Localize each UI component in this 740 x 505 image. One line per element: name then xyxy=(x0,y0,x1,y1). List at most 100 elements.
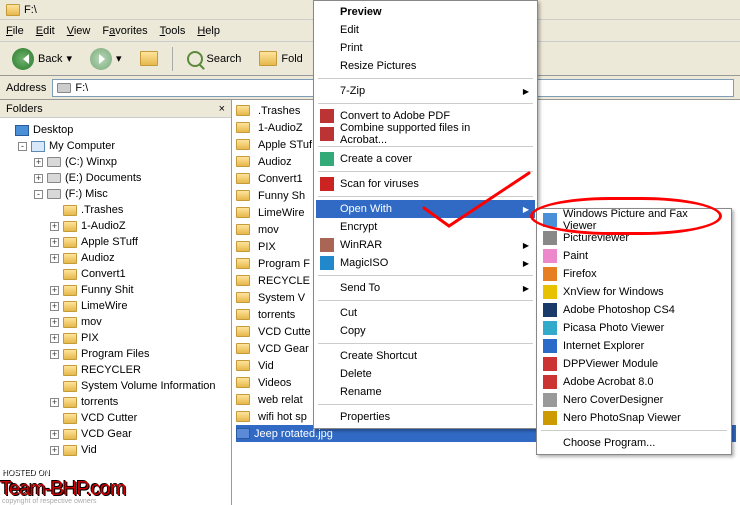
tree-item[interactable]: +Apple STuff xyxy=(2,234,229,250)
tree-item[interactable]: VCD Cutter xyxy=(2,410,229,426)
menu-item[interactable]: Create a cover xyxy=(316,150,535,168)
folders-button[interactable]: Fold xyxy=(253,49,308,68)
menu-label: Cut xyxy=(340,307,357,319)
menu-item[interactable]: Copy xyxy=(316,322,535,340)
tree-expander[interactable]: + xyxy=(50,238,59,247)
menu-item[interactable]: Create Shortcut xyxy=(316,347,535,365)
tree-item[interactable]: +PIX xyxy=(2,330,229,346)
menu-item[interactable]: Choose Program... xyxy=(539,434,729,452)
tree-expander[interactable]: + xyxy=(50,302,59,311)
menu-item[interactable]: Properties xyxy=(316,408,535,426)
app-icon xyxy=(543,231,557,245)
tree-item[interactable]: +Funny Shit xyxy=(2,282,229,298)
menu-tools[interactable]: Tools xyxy=(160,25,186,37)
file-label: Program F xyxy=(258,258,310,270)
tree-label: System Volume Information xyxy=(81,380,216,392)
menu-item[interactable]: MagicISO▶ xyxy=(316,254,535,272)
menu-file[interactable]: File xyxy=(6,25,24,37)
tree-item[interactable]: System Volume Information xyxy=(2,378,229,394)
tree-expander[interactable]: - xyxy=(34,190,43,199)
menu-favorites[interactable]: Favorites xyxy=(102,25,147,37)
app-icon xyxy=(320,127,334,141)
close-icon[interactable]: × xyxy=(219,103,225,115)
menu-item[interactable]: Picasa Photo Viewer xyxy=(539,319,729,337)
menu-item[interactable]: Preview xyxy=(316,3,535,21)
menu-item[interactable]: XnView for Windows xyxy=(539,283,729,301)
forward-button[interactable]: ▾ xyxy=(84,46,128,72)
back-button[interactable]: Back ▾ xyxy=(6,46,78,72)
menu-item[interactable]: Nero CoverDesigner xyxy=(539,391,729,409)
tree-expander[interactable]: + xyxy=(50,430,59,439)
folder-icon xyxy=(236,326,250,337)
menu-item[interactable]: Resize Pictures xyxy=(316,57,535,75)
tree-item[interactable]: Convert1 xyxy=(2,266,229,282)
menu-item[interactable]: Combine supported files in Acrobat... xyxy=(316,125,535,143)
tree-label: (E:) Documents xyxy=(65,172,141,184)
tree-expander[interactable]: + xyxy=(50,286,59,295)
tree-label: LimeWire xyxy=(81,300,127,312)
menu-help[interactable]: Help xyxy=(197,25,220,37)
tree-item[interactable]: +(C:) Winxp xyxy=(2,154,229,170)
tree-item[interactable]: +Vid xyxy=(2,442,229,458)
tree-expander[interactable]: + xyxy=(50,318,59,327)
menu-item[interactable]: Edit xyxy=(316,21,535,39)
tree-item[interactable]: .Trashes xyxy=(2,202,229,218)
menu-edit[interactable]: Edit xyxy=(36,25,55,37)
menu-item[interactable]: 7-Zip▶ xyxy=(316,82,535,100)
menu-item[interactable]: Delete xyxy=(316,365,535,383)
up-button[interactable] xyxy=(134,49,164,68)
menu-item[interactable]: Send To▶ xyxy=(316,279,535,297)
menu-item[interactable]: Windows Picture and Fax Viewer xyxy=(539,211,729,229)
tree-item[interactable]: -(F:) Misc xyxy=(2,186,229,202)
search-button[interactable]: Search xyxy=(181,49,248,69)
tree-expander[interactable]: + xyxy=(34,174,43,183)
tree-item[interactable]: -My Computer xyxy=(2,138,229,154)
tree-item[interactable]: Desktop xyxy=(2,122,229,138)
tree-item[interactable]: +Audioz xyxy=(2,250,229,266)
submenu-arrow-icon: ▶ xyxy=(523,241,529,250)
menu-item[interactable]: DPPViewer Module xyxy=(539,355,729,373)
tree-item[interactable]: +VCD Gear xyxy=(2,426,229,442)
menu-item[interactable]: Adobe Photoshop CS4 xyxy=(539,301,729,319)
tree-item[interactable]: + LimeWire xyxy=(2,298,229,314)
tree-item[interactable]: +Program Files xyxy=(2,346,229,362)
menu-item[interactable]: WinRAR▶ xyxy=(316,236,535,254)
folder-icon xyxy=(236,394,250,405)
tree-item[interactable]: +torrents xyxy=(2,394,229,410)
menu-item[interactable]: Internet Explorer xyxy=(539,337,729,355)
submenu-arrow-icon: ▶ xyxy=(523,259,529,268)
tree-expander[interactable]: + xyxy=(50,222,59,231)
tree-expander[interactable]: + xyxy=(50,398,59,407)
tree-item[interactable]: RECYCLER xyxy=(2,362,229,378)
tree-expander[interactable]: + xyxy=(50,254,59,263)
menu-item[interactable]: Pictureviewer xyxy=(539,229,729,247)
app-icon xyxy=(320,109,334,123)
tree-item[interactable]: +mov xyxy=(2,314,229,330)
folder-icon xyxy=(236,377,250,388)
menu-item[interactable]: Nero PhotoSnap Viewer xyxy=(539,409,729,427)
menu-view[interactable]: View xyxy=(67,25,91,37)
menu-label: Adobe Photoshop CS4 xyxy=(563,304,675,316)
tree-expander[interactable]: + xyxy=(50,446,59,455)
menu-item[interactable]: Scan for viruses xyxy=(316,175,535,193)
menu-label: Open With xyxy=(340,203,392,215)
menu-label: Adobe Acrobat 8.0 xyxy=(563,376,654,388)
tree-expander[interactable]: + xyxy=(50,334,59,343)
menu-item[interactable]: Rename xyxy=(316,383,535,401)
menu-item[interactable]: Cut xyxy=(316,304,535,322)
menu-item[interactable]: Open With▶ xyxy=(316,200,535,218)
file-label: VCD Cutte xyxy=(258,326,311,338)
menu-item[interactable]: Print xyxy=(316,39,535,57)
menu-item[interactable]: Adobe Acrobat 8.0 xyxy=(539,373,729,391)
menu-item[interactable]: Paint xyxy=(539,247,729,265)
tree-expander[interactable]: + xyxy=(50,350,59,359)
tree-expander[interactable]: - xyxy=(18,142,27,151)
folder-icon xyxy=(236,139,250,150)
file-label: mov xyxy=(258,224,279,236)
menu-item[interactable]: Firefox xyxy=(539,265,729,283)
menu-item[interactable]: Encrypt xyxy=(316,218,535,236)
tree-expander[interactable]: + xyxy=(34,158,43,167)
tree-item[interactable]: +1-AudioZ xyxy=(2,218,229,234)
tree-item[interactable]: + (E:) Documents xyxy=(2,170,229,186)
context-menu: PreviewEditPrintResize Pictures7-Zip▶Con… xyxy=(313,0,538,429)
